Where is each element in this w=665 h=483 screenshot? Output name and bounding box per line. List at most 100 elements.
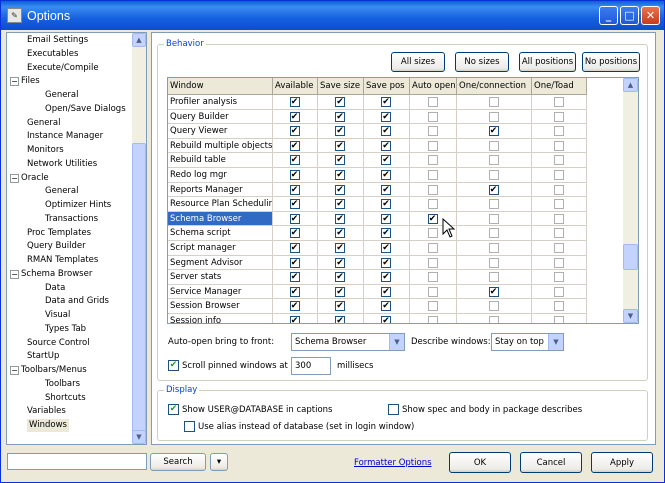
grid-checkbox[interactable]: ✔ <box>335 155 345 166</box>
grid-checkbox[interactable]: ✔ <box>289 199 300 210</box>
grid-checkbox[interactable]: ✔ <box>381 199 391 210</box>
grid-checkbox[interactable]: ✔ <box>335 111 345 122</box>
tree-item[interactable]: RMAN Templates <box>27 254 98 267</box>
tree-item[interactable]: Open/Save Dialogs <box>45 103 126 116</box>
grid-checkbox[interactable]: ✔ <box>289 257 300 268</box>
tree-item[interactable]: Toolbars <box>45 378 80 391</box>
grid-checkbox[interactable] <box>427 316 438 323</box>
grid-checkbox[interactable]: ✔ <box>381 272 391 283</box>
grid-checkbox[interactable]: ✔ <box>289 97 300 107</box>
column-header[interactable]: Auto open <box>410 78 457 95</box>
window-name-cell[interactable]: Resource Plan Scheduling <box>168 197 273 212</box>
tree-item[interactable]: Instance Manager <box>27 130 103 143</box>
tree-item[interactable]: Execute/Compile <box>27 62 99 75</box>
grid-checkbox[interactable] <box>427 97 438 107</box>
window-name-cell[interactable]: Session Browser <box>168 299 273 314</box>
grid-checkbox[interactable]: ✔ <box>289 213 300 224</box>
tree-scrollbar[interactable]: ▲ ▼ <box>132 33 146 444</box>
grid-checkbox[interactable] <box>488 155 499 166</box>
show-spec-checkbox[interactable] <box>388 404 399 415</box>
grid-checkbox[interactable]: ✔ <box>289 140 300 151</box>
tree-item[interactable]: Oracle <box>21 172 49 185</box>
grid-checkbox[interactable] <box>553 301 564 312</box>
grid-checkbox[interactable] <box>427 301 438 312</box>
scroll-pinned-checkbox[interactable]: ✔ <box>168 360 179 371</box>
tree-item[interactable]: Windows <box>27 419 69 432</box>
window-name-cell[interactable]: Service Manager <box>168 284 273 300</box>
grid-checkbox[interactable]: ✔ <box>335 170 345 180</box>
tree-item[interactable]: Network Utilities <box>27 158 97 171</box>
column-header[interactable]: Available <box>273 78 318 95</box>
grid-checkbox[interactable]: ✔ <box>289 228 300 239</box>
grid-checkbox[interactable]: ✔ <box>335 140 345 151</box>
grid-checkbox[interactable]: ✔ <box>289 170 300 180</box>
grid-checkbox[interactable]: ✔ <box>381 140 391 151</box>
window-name-cell[interactable]: Script manager <box>168 241 273 256</box>
auto-open-select[interactable]: Schema Browser ▼ <box>291 333 405 351</box>
grid-checkbox[interactable]: ✔ <box>335 97 345 107</box>
window-name-cell[interactable]: Server stats <box>168 270 273 285</box>
grid-scroll-up-icon[interactable]: ▲ <box>623 78 638 92</box>
grid-row[interactable]: Schema script ✔ ✔ ✔ <box>168 226 623 241</box>
grid-checkbox[interactable] <box>427 170 438 180</box>
grid-checkbox[interactable] <box>488 213 499 224</box>
minimize-button[interactable]: _ <box>599 6 618 25</box>
grid-checkbox[interactable]: ✔ <box>335 316 345 323</box>
window-name-cell[interactable]: Rebuild table <box>168 153 273 168</box>
ok-button[interactable]: OK <box>449 452 511 473</box>
grid-checkbox[interactable]: ✔ <box>289 243 300 253</box>
grid-checkbox[interactable]: ✔ <box>381 111 391 122</box>
grid-checkbox[interactable]: ✔ <box>335 199 345 210</box>
grid-checkbox[interactable]: ✔ <box>381 155 391 166</box>
column-header[interactable]: One/connection <box>457 78 532 95</box>
grid-checkbox[interactable] <box>427 126 438 137</box>
tree-item[interactable]: Proc Templates <box>27 227 91 240</box>
window-name-cell[interactable]: Reports Manager <box>168 182 273 198</box>
tree-item[interactable]: Files <box>21 75 40 88</box>
tree-item[interactable]: Optimizer Hints <box>45 199 111 212</box>
grid-checkbox[interactable]: ✔ <box>289 126 300 137</box>
tree-item[interactable]: General <box>27 117 61 130</box>
grid-checkbox[interactable]: ✔ <box>335 286 345 297</box>
close-button[interactable]: ✕ <box>641 6 660 25</box>
grid-checkbox[interactable] <box>553 272 564 283</box>
no-sizes-button[interactable]: No sizes <box>455 52 509 72</box>
grid-checkbox[interactable] <box>488 199 499 210</box>
grid-checkbox[interactable]: ✔ <box>289 184 300 195</box>
grid-checkbox[interactable] <box>553 199 564 210</box>
window-name-cell[interactable]: Segment Advisor <box>168 255 273 271</box>
grid-checkbox[interactable] <box>553 213 564 224</box>
grid-checkbox[interactable] <box>488 301 499 312</box>
grid-checkbox[interactable] <box>427 257 438 268</box>
search-button[interactable]: Search <box>150 453 206 471</box>
grid-checkbox[interactable] <box>488 170 499 180</box>
window-name-cell[interactable]: Redo log mgr <box>168 168 273 183</box>
grid-checkbox[interactable]: ✔ <box>289 316 300 323</box>
window-name-cell[interactable]: Rebuild multiple objects <box>168 138 273 154</box>
grid-checkbox[interactable] <box>553 97 564 107</box>
window-name-cell[interactable]: Schema script <box>168 226 273 241</box>
grid-checkbox[interactable] <box>488 228 499 239</box>
grid-scrollbar[interactable]: ▲ ▼ <box>623 78 638 323</box>
grid-checkbox[interactable] <box>553 257 564 268</box>
all-sizes-button[interactable]: All sizes <box>391 52 445 72</box>
tree-item[interactable]: Transactions <box>45 213 98 226</box>
grid-checkbox[interactable]: ✔ <box>335 126 345 137</box>
grid-checkbox[interactable]: ✔ <box>381 184 391 195</box>
grid-checkbox[interactable] <box>488 111 499 122</box>
grid-checkbox[interactable] <box>427 272 438 283</box>
show-user-checkbox[interactable]: ✔ <box>168 404 179 415</box>
grid-checkbox[interactable]: ✔ <box>335 301 345 312</box>
grid-checkbox[interactable] <box>553 184 564 195</box>
collapse-icon[interactable]: − <box>10 269 19 279</box>
grid-row[interactable]: Rebuild table ✔ ✔ ✔ <box>168 153 623 168</box>
grid-checkbox[interactable]: ✔ <box>335 213 345 224</box>
use-alias-checkbox[interactable] <box>184 421 195 432</box>
all-positions-button[interactable]: All positions <box>519 52 576 72</box>
tree-item[interactable]: Variables <box>27 405 66 418</box>
grid-row[interactable]: Script manager ✔ ✔ ✔ <box>168 241 623 256</box>
grid-row[interactable]: Server stats ✔ ✔ ✔ <box>168 270 623 285</box>
tree-item[interactable]: Monitors <box>27 144 64 157</box>
tree-item[interactable]: Data and Grids <box>45 295 109 308</box>
grid-row[interactable]: Schema Browser ✔ ✔ ✔ ✔ <box>168 211 623 227</box>
